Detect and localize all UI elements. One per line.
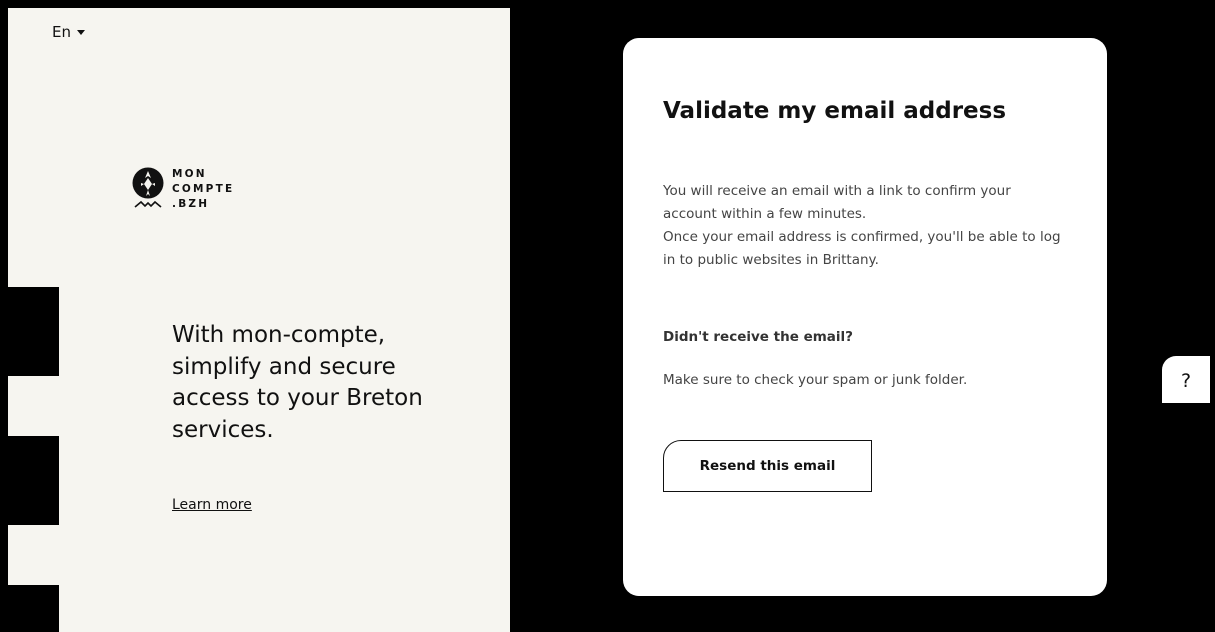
description-paragraph-1: You will receive an email with a link to… (663, 183, 1011, 222)
card-title: Validate my email address (663, 98, 1007, 124)
logo-line-2: COMPTE (172, 182, 235, 195)
caret-down-icon (76, 29, 85, 35)
resend-email-button[interactable]: Resend this email (663, 440, 872, 492)
language-label: En (52, 23, 71, 41)
decorative-block (8, 436, 59, 525)
language-selector[interactable]: En (52, 23, 85, 41)
description-paragraph-2: Once your email address is confirmed, yo… (663, 229, 1061, 268)
logo-line-1: MON (172, 167, 207, 180)
validate-email-card: Validate my email address You will recei… (623, 38, 1107, 596)
learn-more-link[interactable]: Learn more (172, 497, 252, 513)
decorative-block (8, 585, 59, 632)
logo: MON COMPTE .BZH (132, 163, 234, 215)
left-panel: En MON COMPTE .BZH With mon-compte, simp… (8, 8, 510, 632)
logo-line-3: .BZH (172, 197, 210, 210)
not-received-question: Didn't receive the email? (663, 329, 853, 345)
logo-text: MON COMPTE .BZH (172, 167, 234, 212)
decorative-block (8, 287, 59, 376)
help-button[interactable]: ? (1162, 356, 1210, 403)
hero-tagline: With mon-compte, simplify and secure acc… (172, 322, 423, 443)
card-description: You will receive an email with a link to… (663, 180, 1063, 272)
logo-ermine-icon (132, 167, 164, 208)
spam-tip: Make sure to check your spam or junk fol… (663, 372, 968, 388)
